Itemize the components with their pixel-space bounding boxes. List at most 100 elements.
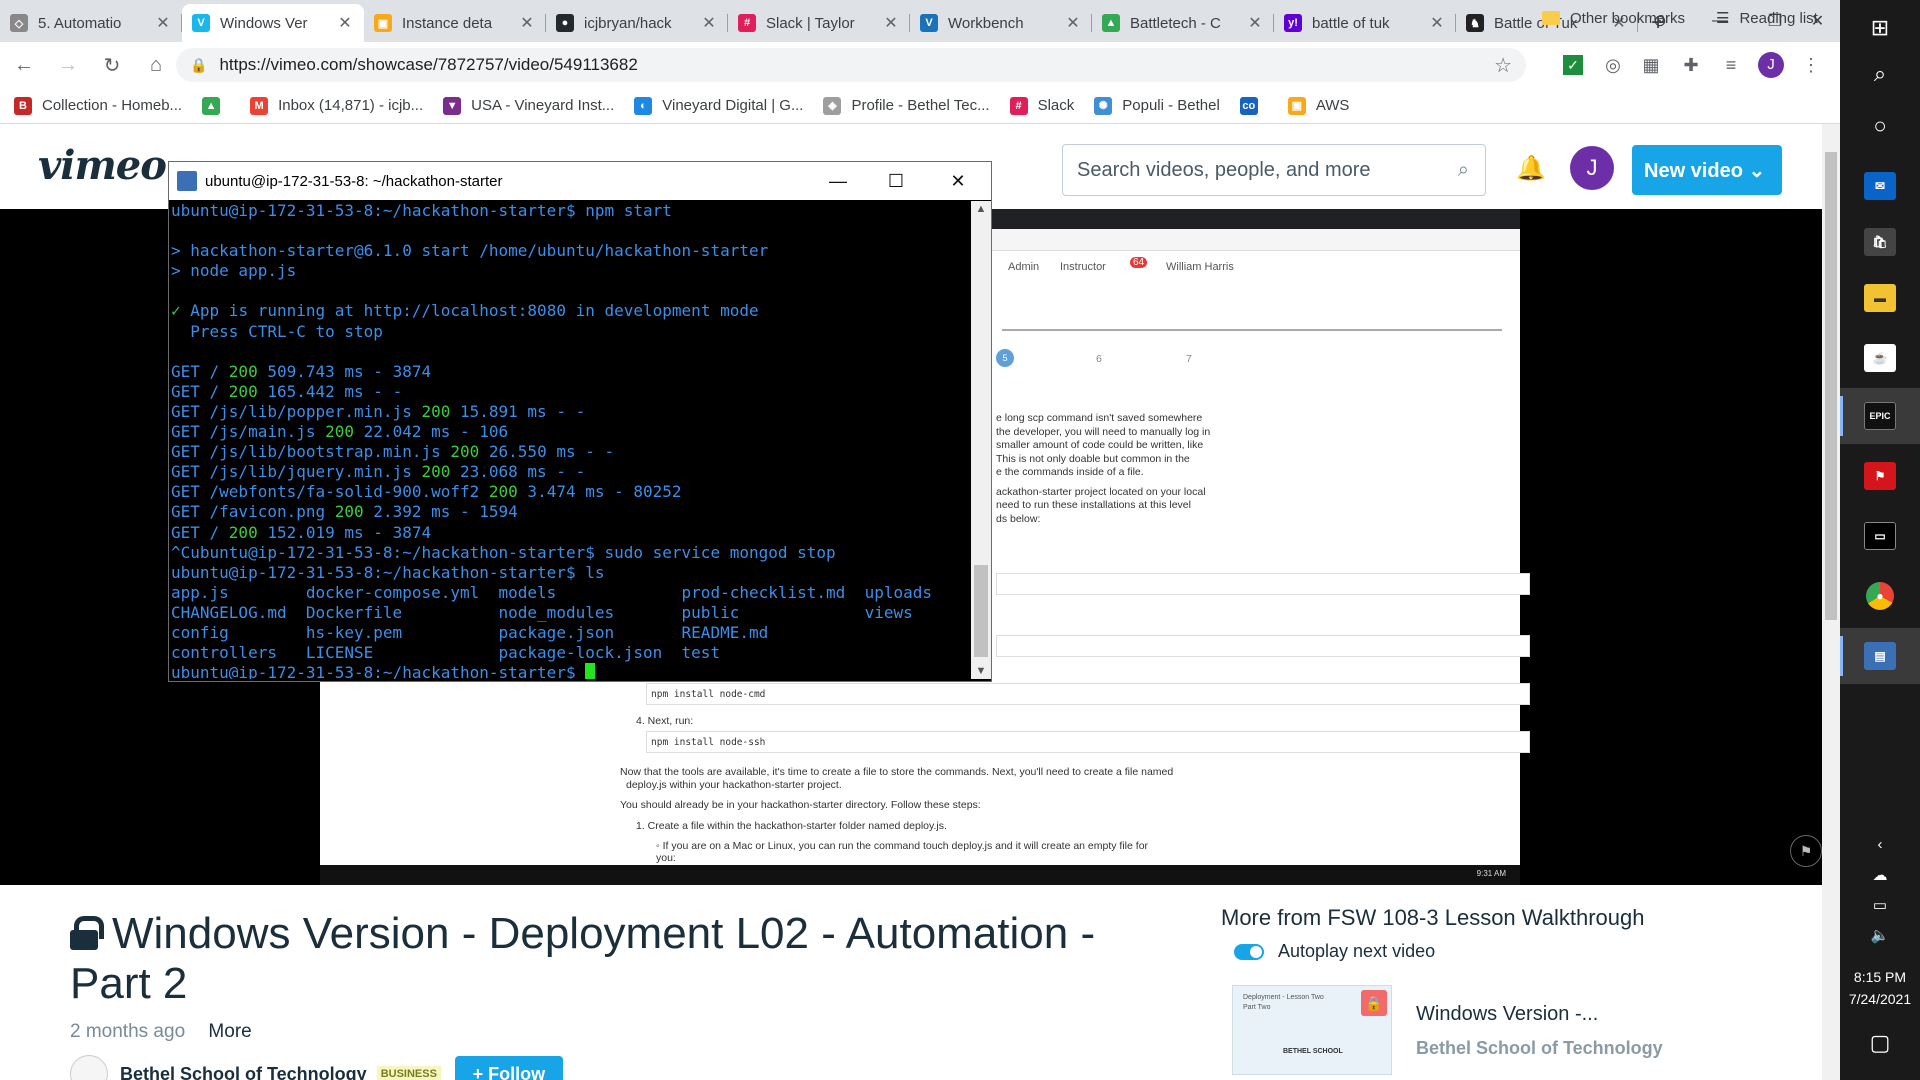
- browser-tab[interactable]: ▲ Battletech - C ✕: [1092, 4, 1274, 42]
- notifications-bell-icon[interactable]: 🔔: [1516, 154, 1546, 183]
- more-link[interactable]: More: [208, 1021, 251, 1042]
- browser-tab[interactable]: ▣ Instance deta ✕: [364, 4, 546, 42]
- page-scroll-thumb[interactable]: [1825, 152, 1837, 620]
- related-video-thumbnail[interactable]: Deployment - Lesson Two Part Two 🔒 BETHE…: [1232, 985, 1392, 1075]
- bookmark-item[interactable]: co: [1239, 96, 1268, 115]
- tray-volume-icon[interactable]: 🔈: [1840, 926, 1920, 944]
- cortana-icon[interactable]: ○: [1840, 98, 1920, 154]
- reload-icon[interactable]: ↻: [92, 45, 132, 85]
- bookmark-item[interactable]: ▣ AWS: [1287, 96, 1349, 115]
- browser-tab[interactable]: # Slack | Taylor ✕: [728, 4, 910, 42]
- terminal-prompt-line[interactable]: ubuntu@ip-172-31-53-8:~/hackathon-starte…: [171, 663, 971, 679]
- bookmark-item[interactable]: ▲: [202, 96, 230, 115]
- epic-games-icon[interactable]: EPIC: [1840, 388, 1920, 444]
- related-video-title[interactable]: Windows Version -...: [1416, 1003, 1598, 1026]
- java-icon[interactable]: ☕: [1840, 330, 1920, 386]
- bookmark-item[interactable]: ✺ Populi - Bethel: [1094, 96, 1220, 115]
- tab-close-icon[interactable]: ✕: [154, 13, 172, 33]
- tab-close-icon[interactable]: ✕: [336, 13, 354, 33]
- system-clock[interactable]: 8:15 PM 7/24/2021: [1840, 966, 1920, 1010]
- inner-text-line: ◦ If you are on a Mac or Linux, you can …: [656, 840, 1149, 852]
- log-status: 200: [334, 502, 364, 522]
- store-icon[interactable]: 🛍: [1840, 214, 1920, 270]
- extension-grid-icon[interactable]: ▦: [1636, 50, 1666, 80]
- back-icon[interactable]: ←: [4, 45, 44, 85]
- tab-close-icon[interactable]: ✕: [1428, 13, 1446, 33]
- tab-close-icon[interactable]: ✕: [1246, 13, 1264, 33]
- report-flag-icon[interactable]: ⚑: [1790, 835, 1822, 867]
- bookmark-item[interactable]: M Inbox (14,871) - icjb...: [250, 96, 423, 115]
- terminal-maximize-button[interactable]: ☐: [867, 162, 925, 200]
- terminal-close-button[interactable]: ✕: [925, 162, 991, 200]
- reading-list[interactable]: ☰ Reading list: [1716, 0, 1818, 36]
- bookmark-item[interactable]: ▼ USA - Vineyard Inst...: [443, 96, 614, 115]
- log-status: 200: [228, 381, 258, 401]
- scroll-down-icon[interactable]: ▼: [971, 665, 991, 677]
- code-box-1: npm install node-cmd: [646, 683, 1530, 705]
- tab-close-icon[interactable]: ✕: [882, 13, 900, 33]
- channel-logo[interactable]: [70, 1055, 108, 1080]
- bookmark-item[interactable]: ◈ Profile - Bethel Tec...: [823, 96, 990, 115]
- browser-tab[interactable]: ◇ 5. Automatio ✕: [0, 4, 182, 42]
- browser-tab[interactable]: V Windows Ver ✕: [182, 4, 364, 42]
- log-request: GET /webfonts/fa-solid-900.woff2: [171, 482, 489, 502]
- tab-close-icon[interactable]: ✕: [1064, 13, 1082, 33]
- bookmark-item[interactable]: # Slack: [1009, 96, 1074, 115]
- chrome-menu-icon[interactable]: ⋮: [1796, 50, 1826, 80]
- bookmark-item[interactable]: ◐ Vineyard Digital | G...: [634, 96, 803, 115]
- page-scrollbar[interactable]: [1822, 124, 1840, 1080]
- mail-icon[interactable]: ✉: [1840, 158, 1920, 214]
- other-bookmarks[interactable]: Other bookmarks: [1542, 0, 1685, 36]
- extension-check-icon[interactable]: ✓: [1558, 50, 1588, 80]
- log-status: 200: [228, 522, 258, 542]
- browser-tab[interactable]: V Workbench ✕: [910, 4, 1092, 42]
- code-box: [996, 573, 1530, 595]
- search-icon[interactable]: ⌕: [1458, 159, 1469, 182]
- extensions-puzzle-icon[interactable]: ✚: [1676, 50, 1706, 80]
- taskbar-search-icon[interactable]: ⌕: [1840, 46, 1920, 102]
- posted-date: 2 months ago: [70, 1021, 186, 1042]
- bookmark-icon: M: [250, 96, 269, 115]
- new-video-button[interactable]: New video ⌄: [1632, 145, 1782, 195]
- active-indicator: [1840, 636, 1843, 676]
- terminal-line: GET /webfonts/fa-solid-900.woff2 200 3.4…: [171, 482, 971, 502]
- related-video-channel[interactable]: Bethel School of Technology: [1416, 1038, 1663, 1059]
- lock-icon: [70, 916, 104, 950]
- channel-name[interactable]: Bethel School of Technology: [120, 1064, 367, 1080]
- terminal-window[interactable]: ubuntu@ip-172-31-53-8: ~/hackathon-start…: [168, 161, 992, 682]
- terminal-output[interactable]: ubuntu@ip-172-31-53-8:~/hackathon-starte…: [171, 201, 971, 679]
- scroll-up-icon[interactable]: ▲: [971, 203, 991, 215]
- action-center-icon[interactable]: ▢: [1840, 1030, 1920, 1056]
- file-explorer-icon[interactable]: ▬: [1840, 270, 1920, 326]
- tray-chevron-icon[interactable]: ‹: [1840, 836, 1920, 853]
- forward-icon[interactable]: →: [48, 45, 88, 85]
- scroll-thumb[interactable]: [974, 565, 988, 657]
- tab-close-icon[interactable]: ✕: [518, 13, 536, 33]
- home-icon[interactable]: ⌂: [136, 45, 176, 85]
- bookmark-item[interactable]: B Collection - Homeb...: [14, 96, 182, 115]
- browser-tab[interactable]: y! battle of tuk ✕: [1274, 4, 1456, 42]
- profile-avatar-icon[interactable]: J: [1756, 50, 1786, 80]
- autoplay-toggle[interactable]: [1234, 943, 1264, 960]
- terminal-minimize-button[interactable]: —: [809, 162, 867, 200]
- terminal-scrollbar[interactable]: ▲ ▼: [971, 201, 991, 679]
- terminal-icon[interactable]: ▭: [1840, 508, 1920, 564]
- tray-battery-icon[interactable]: ▭: [1840, 896, 1920, 914]
- log-request: GET /: [171, 381, 229, 401]
- putty-taskbar-icon[interactable]: ▤: [1840, 628, 1920, 684]
- extension-circle-icon[interactable]: ◎: [1598, 50, 1628, 80]
- search-input[interactable]: Search videos, people, and more ⌕: [1062, 144, 1486, 196]
- chrome-icon[interactable]: ●: [1840, 568, 1920, 624]
- autoplay-row[interactable]: Autoplay next video: [1234, 941, 1435, 962]
- follow-button[interactable]: + Follow: [454, 1056, 563, 1080]
- tray-onedrive-icon[interactable]: ☁: [1840, 866, 1920, 884]
- tab-favicon-icon: V: [920, 14, 938, 32]
- browser-tab[interactable]: ● icjbryan/hack ✕: [546, 4, 728, 42]
- bookmark-star-icon[interactable]: ☆: [1494, 53, 1512, 78]
- acrobat-icon[interactable]: ⚑: [1840, 448, 1920, 504]
- address-bar[interactable]: 🔒 https://vimeo.com/showcase/7872757/vid…: [176, 48, 1526, 82]
- tab-close-icon[interactable]: ✕: [700, 13, 718, 33]
- vimeo-logo[interactable]: vimeo: [38, 142, 167, 189]
- media-control-icon[interactable]: ≡: [1716, 50, 1746, 80]
- user-avatar[interactable]: J: [1570, 146, 1614, 190]
